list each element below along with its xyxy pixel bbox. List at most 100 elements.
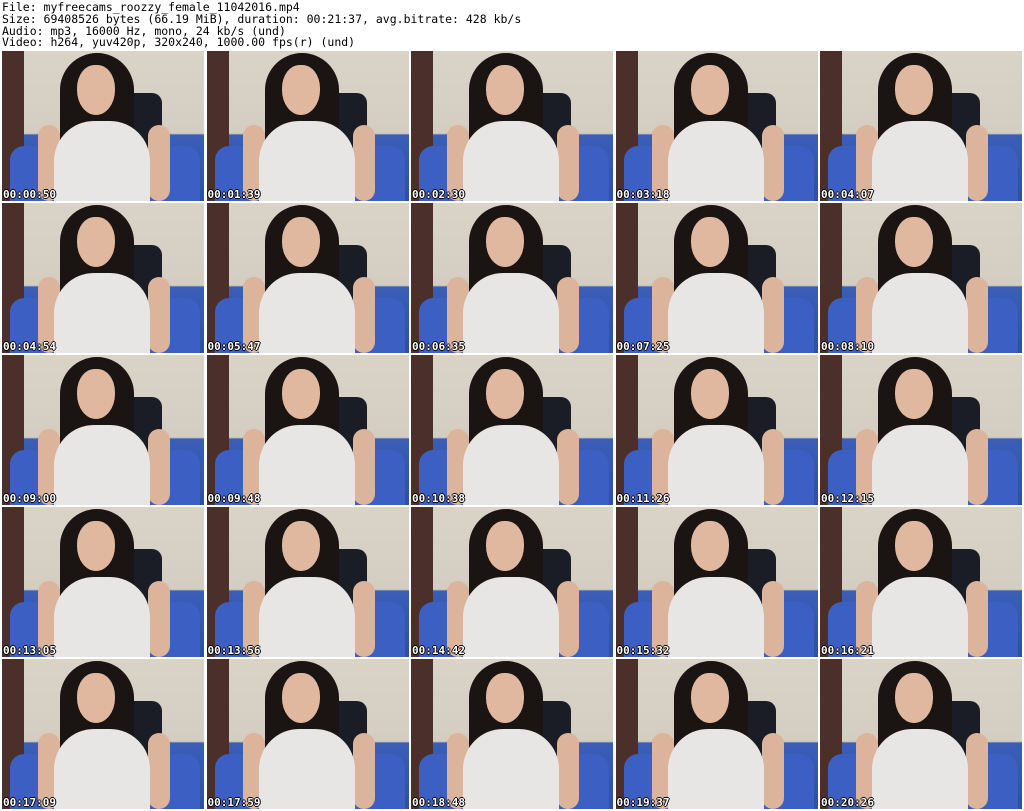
person-face (486, 65, 524, 115)
person-face (77, 673, 115, 723)
person-face (895, 217, 933, 267)
person-torso (667, 121, 764, 201)
video-thumbnail: 00:17:59 (206, 659, 409, 809)
person-arm (557, 277, 579, 353)
thumbnail-timestamp: 00:05:47 (207, 340, 261, 353)
person-torso (667, 577, 764, 657)
thumbnail-timestamp: 00:19:37 (616, 796, 670, 809)
person-arm (148, 125, 170, 201)
person-face (895, 673, 933, 723)
video-thumbnail: 00:09:48 (206, 355, 409, 505)
person-face (281, 369, 320, 419)
video-thumbnail: 00:06:35 (411, 203, 613, 353)
person-arm (148, 733, 170, 809)
person-face (281, 673, 320, 723)
person-arm (352, 277, 375, 353)
video-thumbnail: 00:13:56 (206, 507, 409, 657)
person-torso (54, 425, 150, 505)
person-arm (761, 277, 784, 353)
person-face (281, 521, 320, 571)
video-thumbnail: 00:18:48 (411, 659, 613, 809)
file-info-header: File: myfreecams_roozzy_female_11042016.… (0, 0, 1024, 50)
video-thumbnail: 00:03:18 (615, 51, 818, 201)
person-face (77, 521, 115, 571)
person-torso (54, 729, 150, 809)
video-thumbnail: 00:05:47 (206, 203, 409, 353)
person-arm (966, 125, 988, 201)
person-torso (54, 273, 150, 353)
person-torso (463, 273, 559, 353)
person-torso (54, 121, 150, 201)
thumbnail-timestamp: 00:06:35 (412, 340, 465, 353)
video-thumbnail: 00:01:39 (206, 51, 409, 201)
video-thumbnail: 00:11:26 (615, 355, 818, 505)
person-torso (667, 729, 764, 809)
person-face (895, 369, 933, 419)
person-torso (463, 577, 559, 657)
person-arm (557, 125, 579, 201)
person-face (690, 673, 729, 723)
video-thumbnail: 00:17:09 (2, 659, 204, 809)
person-face (486, 521, 524, 571)
video-thumbnail: 00:15:32 (615, 507, 818, 657)
person-torso (463, 121, 559, 201)
person-torso (667, 425, 764, 505)
person-torso (258, 577, 355, 657)
person-face (895, 65, 933, 115)
person-face (281, 65, 320, 115)
person-face (281, 217, 320, 267)
person-face (690, 521, 729, 571)
person-arm (352, 581, 375, 657)
person-arm (966, 733, 988, 809)
person-arm (557, 581, 579, 657)
person-arm (761, 733, 784, 809)
person-torso (258, 273, 355, 353)
thumbnail-timestamp: 00:03:18 (616, 188, 670, 201)
thumbnail-timestamp: 00:02:30 (412, 188, 465, 201)
person-torso (258, 729, 355, 809)
person-arm (966, 429, 988, 505)
video-thumbnail: 00:16:21 (820, 507, 1022, 657)
thumbnail-timestamp: 00:13:56 (207, 644, 261, 657)
video-thumbnail: 00:08:10 (820, 203, 1022, 353)
person-arm (761, 429, 784, 505)
person-torso (258, 425, 355, 505)
video-thumbnail: 00:02:30 (411, 51, 613, 201)
person-arm (966, 581, 988, 657)
video-thumbnail: 00:12:15 (820, 355, 1022, 505)
person-torso (54, 577, 150, 657)
thumbnail-timestamp: 00:12:15 (821, 492, 874, 505)
person-face (486, 217, 524, 267)
thumbnail-timestamp: 00:18:48 (412, 796, 465, 809)
person-arm (352, 429, 375, 505)
thumbnail-timestamp: 00:14:42 (412, 644, 465, 657)
thumbnail-timestamp: 00:09:48 (207, 492, 261, 505)
person-face (77, 217, 115, 267)
thumbnail-timestamp: 00:09:00 (3, 492, 56, 505)
video-thumbnail: 00:04:07 (820, 51, 1022, 201)
thumbnail-timestamp: 00:13:05 (3, 644, 56, 657)
thumbnail-timestamp: 00:15:32 (616, 644, 670, 657)
thumbnail-grid: 00:00:50 00:01:39 00:02:30 00:03:18 00:04:07… (2, 51, 1022, 809)
person-arm (557, 429, 579, 505)
person-arm (148, 429, 170, 505)
person-arm (761, 125, 784, 201)
person-face (77, 65, 115, 115)
person-face (486, 673, 524, 723)
video-thumbnail: 00:10:38 (411, 355, 613, 505)
person-torso (872, 425, 968, 505)
person-arm (557, 733, 579, 809)
video-thumbnail: 00:14:42 (411, 507, 613, 657)
person-arm (966, 277, 988, 353)
video-info-line: Video: h264, yuv420p, 320x240, 1000.00 f… (2, 35, 356, 50)
person-face (690, 369, 729, 419)
person-arm (148, 277, 170, 353)
person-face (895, 521, 933, 571)
thumbnail-timestamp: 00:04:54 (3, 340, 56, 353)
person-face (486, 369, 524, 419)
thumbnail-timestamp: 00:20:26 (821, 796, 874, 809)
thumbnail-timestamp: 00:07:25 (616, 340, 670, 353)
person-arm (352, 125, 375, 201)
person-torso (258, 121, 355, 201)
person-torso (667, 273, 764, 353)
